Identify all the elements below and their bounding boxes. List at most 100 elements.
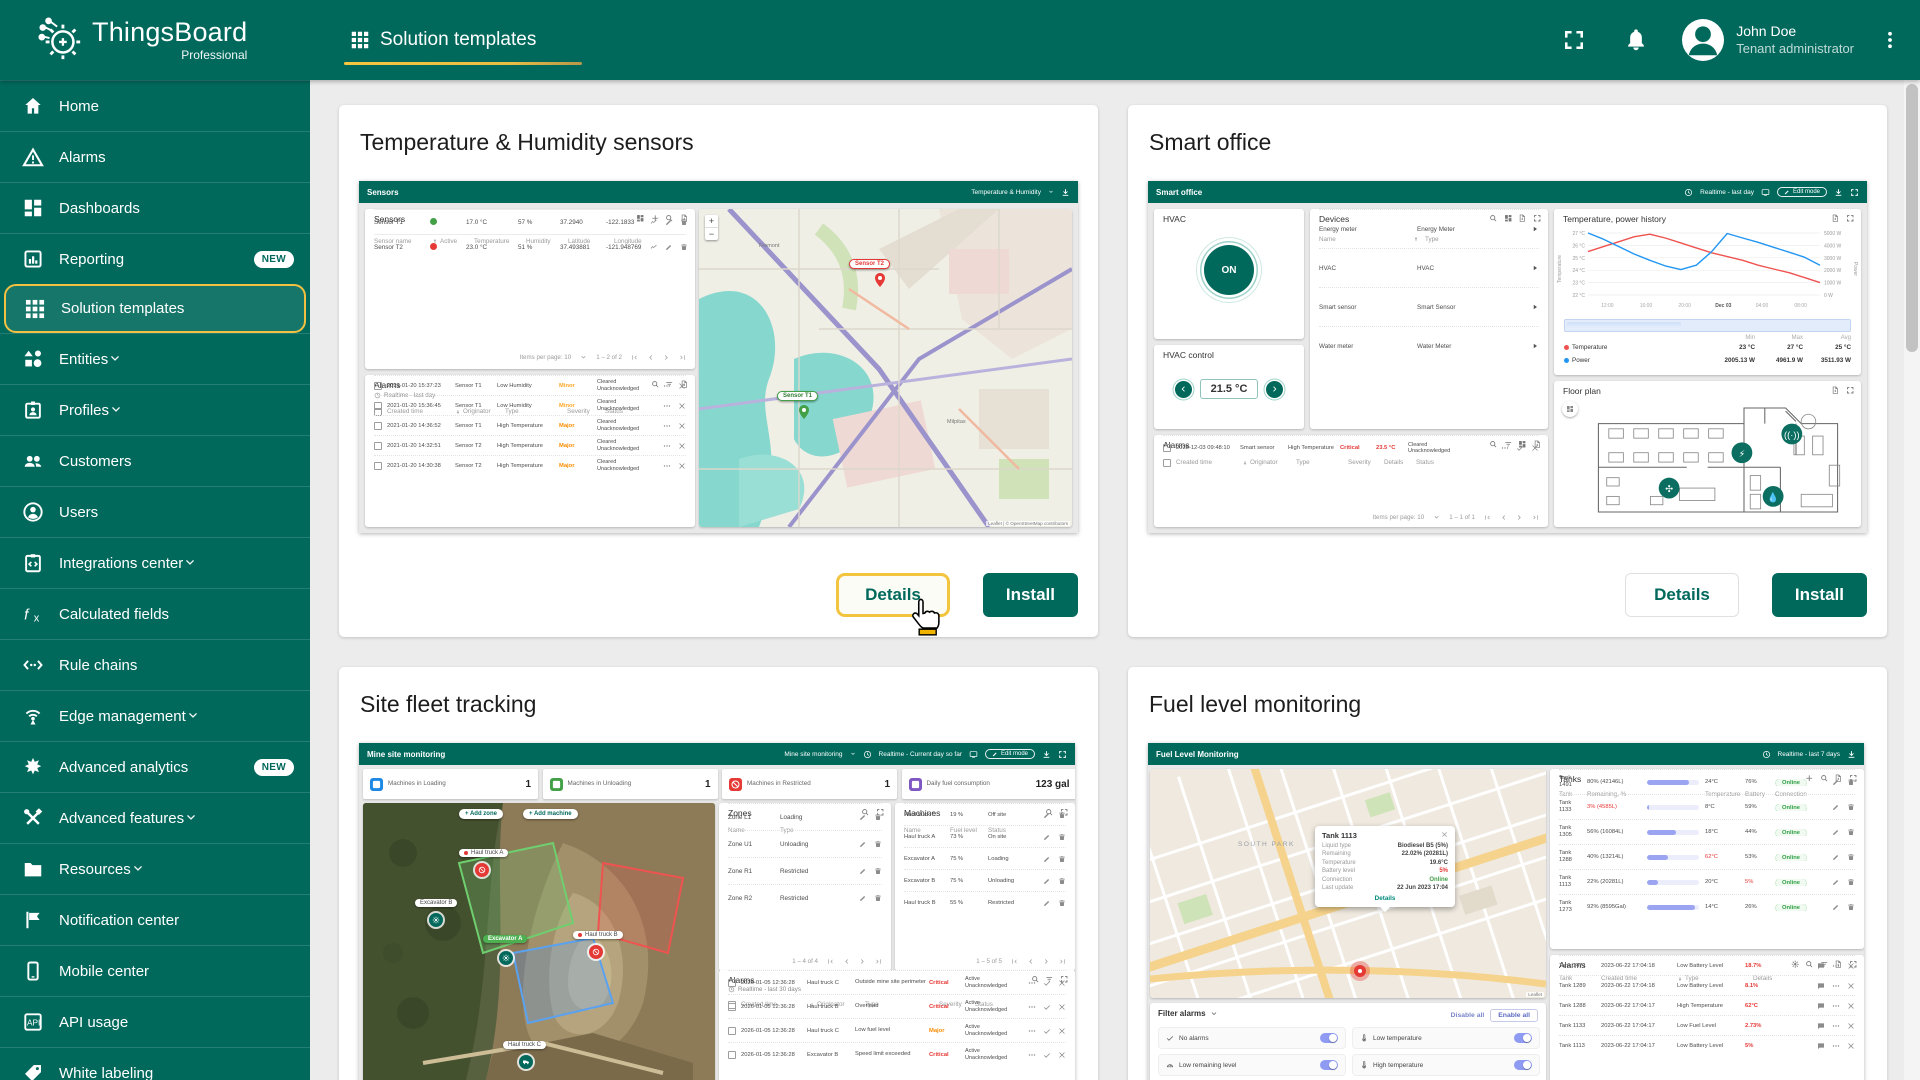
alarm-filter-toggle[interactable]: No alarms — [1158, 1027, 1346, 1049]
close-icon[interactable] — [1847, 1022, 1855, 1030]
tooltip-details-link[interactable]: Details — [1322, 895, 1448, 902]
notifications-bell-icon[interactable] — [1624, 28, 1648, 52]
pencil-icon[interactable] — [859, 894, 867, 902]
more-icon[interactable] — [1832, 1002, 1840, 1010]
trash-icon[interactable] — [874, 894, 882, 902]
more-icon[interactable] — [1832, 1022, 1840, 1030]
machine-marker[interactable] — [519, 1055, 533, 1069]
sidebar-item[interactable]: Resources — [0, 843, 310, 894]
increase-temp-button[interactable] — [1266, 381, 1283, 398]
export-icon[interactable] — [1831, 386, 1840, 395]
alarm-row[interactable]: 2026-01-05 12:36:28 Excavator B Speed li… — [728, 1042, 1066, 1066]
machine-marker[interactable] — [589, 945, 603, 959]
pencil-icon[interactable] — [1832, 878, 1840, 886]
monitor-icon[interactable] — [1761, 188, 1770, 197]
alarm-row[interactable]: 2026-01-05 12:36:28 Haul truck C Outside… — [728, 970, 1066, 994]
first-page-icon[interactable] — [827, 958, 834, 965]
legend-row[interactable]: Power 2005.13 W 4961.9 W 3511.93 W — [1564, 354, 1851, 367]
machine-label[interactable]: Haul truck A — [459, 849, 508, 857]
sensor-marker-label[interactable]: Sensor T1 — [777, 391, 818, 401]
trash-icon[interactable] — [1058, 833, 1066, 841]
machine-row[interactable]: Excavator B 75 % Unloading — [904, 869, 1066, 891]
add-machine-button[interactable]: + Add machine — [523, 809, 578, 819]
sensor-marker-label[interactable]: Sensor T2 — [849, 259, 890, 269]
download-icon[interactable] — [1061, 188, 1070, 197]
hvac-on-button[interactable]: ON — [1204, 245, 1254, 295]
first-page-icon[interactable] — [631, 354, 638, 361]
sidebar-item[interactable]: Reporting NEW — [0, 233, 310, 284]
comment-icon[interactable] — [1817, 1042, 1825, 1050]
layers-button[interactable] — [1562, 401, 1578, 417]
trash-icon[interactable] — [1058, 811, 1066, 819]
monitor-icon[interactable] — [969, 750, 978, 759]
install-button[interactable]: Install — [983, 573, 1078, 617]
last-page-icon[interactable] — [679, 354, 686, 361]
add-zone-button[interactable]: + Add zone — [459, 809, 503, 819]
next-page-icon[interactable] — [1516, 514, 1523, 521]
trash-icon[interactable] — [1058, 855, 1066, 863]
machine-row[interactable]: Excavator A 75 % Loading — [904, 847, 1066, 869]
device-row[interactable]: Energy meter Energy Meter — [1319, 209, 1539, 248]
tank-tooltip[interactable]: Tank 1113 Liquid typeBiodiesel B5 (5%) R… — [1315, 826, 1455, 907]
zoom-in-button[interactable]: + — [705, 215, 718, 227]
fullscreen-icon[interactable] — [1850, 188, 1859, 197]
fullscreen-icon[interactable] — [1058, 750, 1067, 759]
pencil-icon[interactable] — [665, 243, 673, 251]
last-page-icon[interactable] — [875, 958, 882, 965]
ack-check-icon[interactable] — [1043, 1051, 1051, 1059]
checkbox[interactable] — [728, 1003, 736, 1011]
comment-icon[interactable] — [1817, 1002, 1825, 1010]
kpi-card[interactable]: Machines in Restricted 1 — [722, 769, 897, 799]
more-icon[interactable] — [1832, 982, 1840, 990]
alarm-row[interactable]: 2021-01-20 15:37:23 Sensor T1 Low Humidi… — [374, 375, 686, 395]
close-icon[interactable] — [1058, 1003, 1066, 1011]
machine-label[interactable]: Excavator B — [415, 899, 457, 907]
checkbox[interactable] — [728, 1051, 736, 1059]
trash-icon[interactable] — [1847, 903, 1855, 911]
last-page-icon[interactable] — [1059, 958, 1066, 965]
trash-icon[interactable] — [874, 813, 882, 821]
alarm-row[interactable]: Tank 1289 2023-06-22 17:04:18 Low Batter… — [1559, 975, 1855, 995]
close-icon[interactable] — [1847, 962, 1855, 970]
sidebar-item[interactable]: Mobile center — [0, 945, 310, 996]
close-icon[interactable] — [1847, 1002, 1855, 1010]
next-page-icon[interactable] — [1043, 958, 1050, 965]
trash-icon[interactable] — [1058, 877, 1066, 885]
alarm-row[interactable]: 2026-01-05 12:36:28 Haul truck C Low fue… — [728, 1018, 1066, 1042]
pencil-icon[interactable] — [1832, 778, 1840, 786]
trash-icon[interactable] — [874, 867, 882, 875]
alarm-row[interactable]: Tank 1471 2023-06-22 17:04:18 Low Batter… — [1559, 955, 1855, 975]
machine-row[interactable]: Haul truck B 55 % Restricted — [904, 891, 1066, 913]
next-page-icon[interactable] — [663, 354, 670, 361]
checkbox[interactable] — [374, 442, 382, 450]
close-icon[interactable] — [1058, 1027, 1066, 1035]
map-zoom-control[interactable]: +− — [705, 215, 718, 240]
trash-icon[interactable] — [874, 840, 882, 848]
scrollbar[interactable] — [1904, 80, 1920, 1080]
checkbox[interactable] — [374, 402, 382, 410]
pencil-icon[interactable] — [1043, 899, 1051, 907]
device-row[interactable]: Water meter Water Meter — [1319, 326, 1539, 365]
alarm-row[interactable]: Tank 1113 2023-06-22 17:04:17 Low Batter… — [1559, 1035, 1855, 1055]
first-page-icon[interactable] — [1484, 514, 1491, 521]
chart-icon[interactable] — [650, 243, 658, 251]
close-icon[interactable] — [678, 402, 686, 410]
download-icon[interactable] — [1834, 188, 1843, 197]
toggle-switch[interactable] — [1320, 1033, 1338, 1043]
checkbox[interactable] — [374, 382, 382, 390]
sidebar-item[interactable]: Integrations center — [0, 537, 310, 588]
pencil-icon[interactable] — [1832, 853, 1840, 861]
close-icon[interactable] — [1531, 444, 1539, 452]
machine-label[interactable]: Haul truck C — [503, 1041, 546, 1049]
tank-row[interactable]: Tank 1491 80% (42146L) 24°C 76% Online — [1559, 769, 1855, 794]
toggle-switch[interactable] — [1514, 1033, 1532, 1043]
alarm-row[interactable]: Tank 1133 2023-06-22 17:04:17 Low Fuel L… — [1559, 1015, 1855, 1035]
expand-row-icon[interactable] — [1531, 225, 1539, 233]
pencil-icon[interactable] — [1832, 828, 1840, 836]
comment-icon[interactable] — [1817, 982, 1825, 990]
machine-row[interactable]: Haul truck C 19 % Off site — [904, 803, 1066, 825]
device-row[interactable]: HVAC HVAC — [1319, 248, 1539, 287]
more-icon[interactable] — [663, 442, 671, 450]
sidebar-item[interactable]: API API usage — [0, 996, 310, 1047]
sensors-map[interactable]: +− Fremont Milpitas Sensor T2 Sensor T1 … — [699, 209, 1072, 527]
